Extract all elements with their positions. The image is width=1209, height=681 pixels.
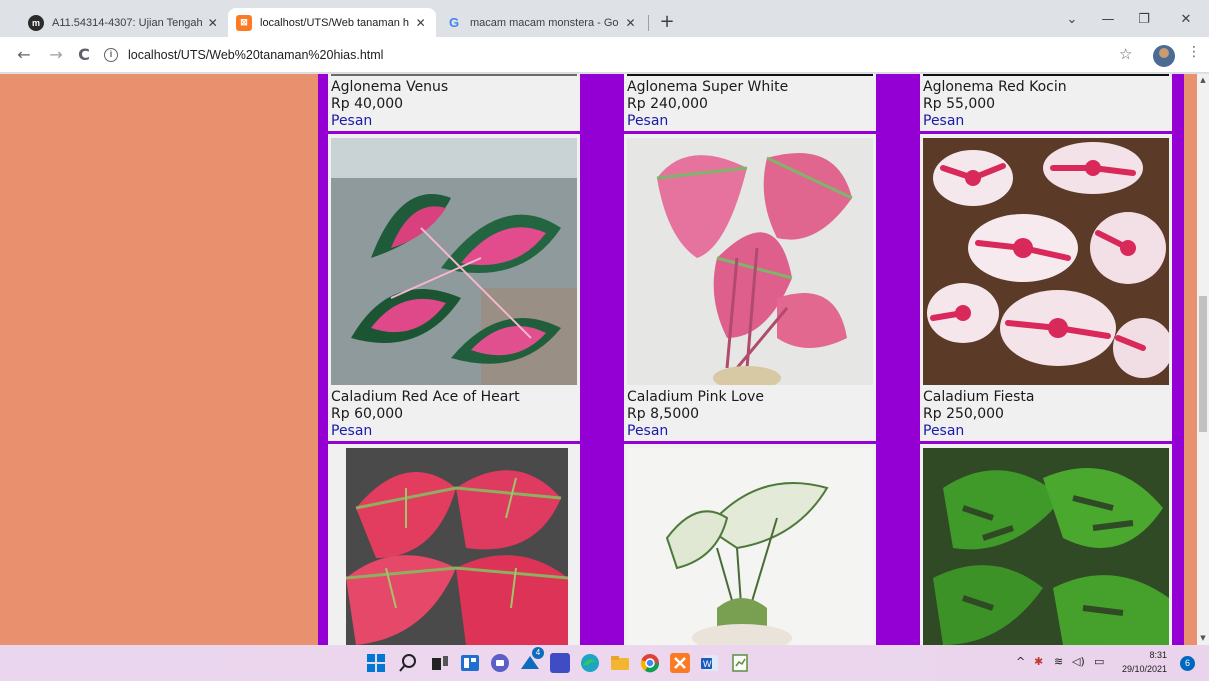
- product-price: Rp 240,000: [627, 96, 708, 112]
- product-grid: Aglonema Venus Rp 40,000 Pesan Aglonema …: [318, 74, 1184, 645]
- order-link[interactable]: Pesan: [627, 113, 668, 129]
- tab-title: macam macam monstera - Goog: [470, 16, 620, 29]
- notepad-icon[interactable]: [730, 653, 750, 673]
- product-image: [923, 138, 1169, 385]
- product-card: Caladium Red Ace of Heart Rp 60,000 Pesa…: [328, 134, 580, 441]
- bookmark-star-icon[interactable]: ☆: [1119, 45, 1132, 63]
- widgets-icon[interactable]: [460, 653, 480, 673]
- product-price: Rp 250,000: [923, 406, 1004, 422]
- notification-badge[interactable]: 6: [1180, 656, 1195, 671]
- left-side-panel: [0, 74, 318, 645]
- product-price: Rp 8,5000: [627, 406, 700, 422]
- product-card: Aglonema Super White Rp 240,000 Pesan: [624, 74, 876, 131]
- order-link[interactable]: Pesan: [923, 423, 964, 439]
- product-card: Aglonema Venus Rp 40,000 Pesan: [328, 74, 580, 131]
- order-link[interactable]: Pesan: [331, 113, 372, 129]
- right-side-panel: [1184, 74, 1197, 645]
- product-price: Rp 40,000: [331, 96, 404, 112]
- minimize-button[interactable]: —: [1088, 8, 1128, 32]
- file-explorer-icon[interactable]: [610, 653, 630, 673]
- volume-icon[interactable]: ◁): [1072, 655, 1085, 668]
- reload-button[interactable]: C: [72, 43, 96, 67]
- product-image: [346, 448, 568, 645]
- url-text[interactable]: localhost/UTS/Web%20tanaman%20hias.html: [128, 48, 383, 62]
- battery-icon[interactable]: ▭: [1094, 655, 1104, 668]
- visual-studio-icon[interactable]: [550, 653, 570, 673]
- product-image: [331, 138, 577, 385]
- system-clock[interactable]: 8:31 29/10/2021: [1122, 648, 1167, 676]
- scroll-down-icon[interactable]: ▼: [1199, 634, 1207, 642]
- clock-date: 29/10/2021: [1122, 664, 1168, 674]
- product-name: Aglonema Super White: [627, 79, 789, 95]
- address-bar[interactable]: i localhost/UTS/Web%20tanaman%20hias.htm…: [104, 43, 1104, 67]
- product-image: [627, 74, 873, 76]
- product-image: [923, 448, 1169, 645]
- chrome-icon[interactable]: [640, 653, 660, 673]
- vertical-scrollbar[interactable]: ▲ ▼: [1197, 74, 1209, 645]
- xampp-icon[interactable]: [670, 653, 690, 673]
- product-name: Aglonema Venus: [331, 79, 449, 95]
- product-name: Caladium Pink Love: [627, 389, 765, 405]
- order-link[interactable]: Pesan: [331, 423, 372, 439]
- restore-button[interactable]: ❐: [1124, 8, 1164, 32]
- product-price: Rp 55,000: [923, 96, 996, 112]
- windows-taskbar: 4 W ^ ✱ ≋ ◁) ▭ 8:31 29/10/2021 6: [0, 645, 1209, 681]
- task-view-icon[interactable]: [430, 653, 450, 673]
- product-card: [920, 444, 1172, 645]
- profile-avatar[interactable]: [1153, 45, 1175, 67]
- xampp-icon: ⊠: [236, 14, 252, 31]
- info-icon[interactable]: i: [104, 48, 118, 62]
- close-icon[interactable]: ✕: [206, 16, 220, 30]
- moodle-icon: m: [28, 14, 44, 31]
- forward-button[interactable]: →: [44, 43, 68, 67]
- product-image: [627, 448, 873, 645]
- windows-start-icon[interactable]: [366, 653, 386, 673]
- mail-icon[interactable]: 4: [520, 647, 544, 673]
- close-window-button[interactable]: ✕: [1166, 8, 1206, 32]
- tab-google-search[interactable]: G macam macam monstera - Goog ✕: [438, 8, 646, 37]
- product-price: Rp 60,000: [331, 406, 404, 422]
- tab-title: A11.54314-4307: Ujian Tengah Se: [52, 16, 202, 29]
- chat-icon[interactable]: [490, 653, 510, 673]
- close-icon[interactable]: ✕: [413, 16, 428, 30]
- edge-icon[interactable]: [580, 653, 600, 673]
- order-link[interactable]: Pesan: [627, 423, 668, 439]
- tab-moodle[interactable]: m A11.54314-4307: Ujian Tengah Se ✕: [20, 8, 228, 37]
- order-link[interactable]: Pesan: [923, 113, 964, 129]
- mail-badge: 4: [532, 647, 544, 659]
- close-icon[interactable]: ✕: [623, 16, 638, 30]
- clock-time: 8:31: [1149, 650, 1168, 660]
- scroll-up-icon[interactable]: ▲: [1199, 76, 1207, 84]
- product-card: Caladium Pink Love Rp 8,5000 Pesan: [624, 134, 876, 441]
- product-image: [923, 74, 1169, 76]
- product-card: Aglonema Red Kocin Rp 55,000 Pesan: [920, 74, 1172, 131]
- product-image: [331, 74, 577, 76]
- back-button[interactable]: ←: [12, 43, 36, 67]
- product-name: Aglonema Red Kocin: [923, 79, 1067, 95]
- tray-chevron-icon[interactable]: ^: [1016, 655, 1025, 668]
- scrollbar-thumb[interactable]: [1199, 296, 1207, 432]
- tab-strip: m A11.54314-4307: Ujian Tengah Se ✕ ⊠ lo…: [0, 0, 1209, 37]
- word-icon[interactable]: W: [700, 653, 720, 673]
- product-name: Caladium Red Ace of Heart: [331, 389, 520, 405]
- product-image: [627, 138, 873, 385]
- product-card: [624, 444, 876, 645]
- product-card: Caladium Fiesta Rp 250,000 Pesan: [920, 134, 1172, 441]
- new-tab-button[interactable]: +: [656, 12, 678, 34]
- tab-separator: [648, 15, 649, 31]
- network-app-icon[interactable]: ✱: [1034, 655, 1043, 668]
- svg-text:W: W: [703, 659, 712, 669]
- page-viewport: Aglonema Venus Rp 40,000 Pesan Aglonema …: [0, 74, 1209, 645]
- search-icon[interactable]: [398, 653, 418, 673]
- wifi-icon[interactable]: ≋: [1054, 655, 1063, 668]
- tab-title: localhost/UTS/Web tanaman hias: [260, 16, 410, 29]
- product-name: Caladium Fiesta: [923, 389, 1035, 405]
- tab-search-button[interactable]: ⌄: [1052, 8, 1092, 32]
- google-icon: G: [448, 15, 460, 30]
- browser-toolbar: ← → C i localhost/UTS/Web%20tanaman%20hi…: [0, 37, 1209, 73]
- menu-icon[interactable]: ⋮: [1187, 44, 1201, 60]
- tab-localhost[interactable]: ⊠ localhost/UTS/Web tanaman hias ✕: [228, 8, 436, 37]
- product-card: [328, 444, 580, 645]
